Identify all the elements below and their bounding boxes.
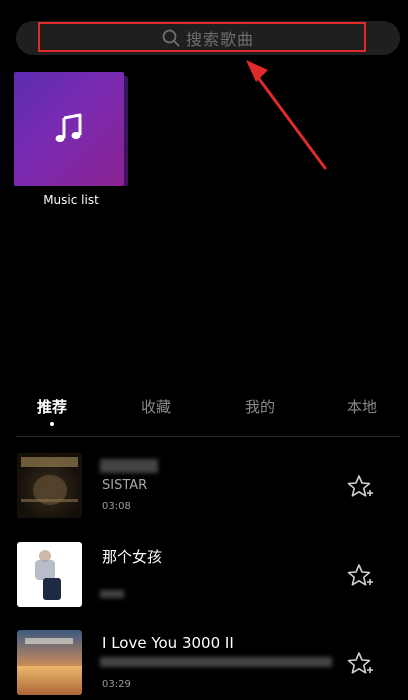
playlist-card[interactable]: Music list <box>14 72 130 214</box>
tab-bar: 推荐 收藏 我的 本地 <box>0 396 408 430</box>
tab-recommend[interactable]: 推荐 <box>37 396 67 417</box>
tab-active-indicator <box>50 422 54 426</box>
tab-mine[interactable]: 我的 <box>245 396 275 417</box>
playlist-cover <box>14 72 124 186</box>
star-plus-icon <box>347 564 373 586</box>
tab-local[interactable]: 本地 <box>347 396 377 417</box>
song-title: 那个女孩 <box>102 548 163 566</box>
song-duration: 03:08 <box>102 501 131 512</box>
song-artist: SISTAR <box>102 478 148 493</box>
song-cover <box>17 453 82 518</box>
favorite-star-button[interactable] <box>346 562 374 590</box>
star-plus-icon <box>347 652 373 674</box>
song-item[interactable]: I Love You 3000 II 03:29 <box>0 630 408 700</box>
search-highlight-box <box>38 22 366 52</box>
favorite-star-button[interactable] <box>346 473 374 501</box>
song-duration: 03:29 <box>102 679 131 690</box>
music-note-icon <box>55 113 82 143</box>
star-plus-icon <box>347 475 373 497</box>
favorite-star-button[interactable] <box>346 650 374 678</box>
playlist-label: Music list <box>43 193 99 207</box>
tab-favorites[interactable]: 收藏 <box>141 396 171 417</box>
song-item[interactable]: SISTAR 03:08 <box>0 453 408 523</box>
song-cover <box>17 630 82 695</box>
song-item[interactable]: 那个女孩 <box>0 542 408 612</box>
song-title: I Love You 3000 II <box>102 634 234 652</box>
song-cover <box>17 542 82 607</box>
redacted-artist <box>100 657 332 667</box>
redacted-artist <box>100 590 124 598</box>
tab-divider <box>16 436 400 437</box>
redacted-title <box>100 459 158 473</box>
